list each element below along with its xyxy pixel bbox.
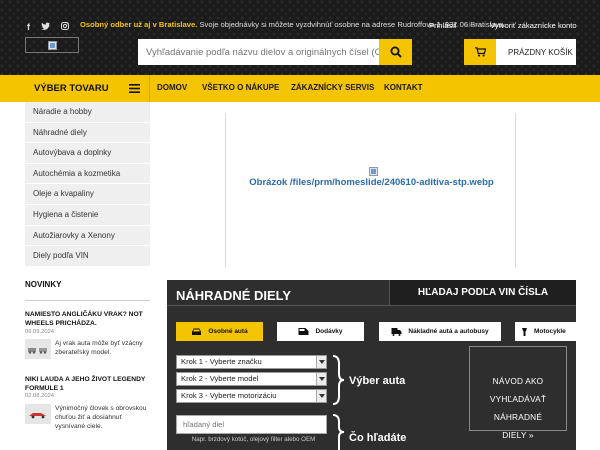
- chevron-down-icon: [316, 356, 326, 368]
- search-icon: [390, 46, 402, 58]
- category-sidebar: Náradie a hobby Náhradné diely Autovýbav…: [25, 102, 150, 267]
- nav-link-customer-service[interactable]: ZÁKAZNÍCKY SERVIS: [291, 83, 374, 92]
- banner-alt-text[interactable]: Obrázok /files/prm/homeslide/240610-adit…: [226, 177, 517, 188]
- vehicle-type-label: Osobné autá: [208, 328, 248, 335]
- twitter-icon[interactable]: [41, 22, 50, 32]
- search-input[interactable]: [138, 39, 379, 65]
- cart-icon-box: [464, 39, 496, 65]
- hamburger-icon: [129, 84, 140, 93]
- announcement-text: Svoje objednávky si môžete vyzdvihnúť os…: [199, 20, 506, 29]
- or-separator: alebo: [465, 22, 481, 29]
- news-thumbnail[interactable]: [25, 339, 51, 359]
- engine-select-value: Krok 3 - Vyberte motorizáciu: [181, 391, 277, 400]
- chevron-down-icon: [316, 373, 326, 385]
- sidebar-item-spare-parts[interactable]: Náhradné diely: [25, 122, 150, 144]
- login-link[interactable]: Prihlásiť: [429, 21, 457, 30]
- cart-label: PRÁZDNY KOŠÍK: [508, 47, 573, 57]
- site-header: f Osobný odber už aj v Bratislave. Svoje…: [0, 0, 600, 75]
- broken-image-icon: [47, 40, 57, 50]
- news-divider: [25, 300, 150, 301]
- truck-icon: [391, 328, 402, 336]
- car-icon: [192, 328, 202, 335]
- finder-divider: [167, 305, 576, 306]
- parts-finder: NÁHRADNÉ DIELY HĽADAJ PODĽA VIN ČÍSLA Os…: [167, 280, 576, 450]
- engine-select[interactable]: Krok 3 - Vyberte motorizáciu: [176, 389, 327, 403]
- brace-icon: [332, 355, 345, 405]
- broken-image-icon: [369, 167, 378, 176]
- nav-link-shopping-info[interactable]: VŠETKO O NÁKUPE: [202, 83, 279, 92]
- choose-car-label: Výber auta: [349, 375, 406, 387]
- register-link[interactable]: Vytvoriť zákaznícke konto: [490, 21, 577, 30]
- news-excerpt: Aj vrak auta môže byť vzácny zberateľský…: [55, 340, 143, 356]
- car-model-thumbnail-icon: [28, 348, 47, 354]
- facebook-icon[interactable]: f: [27, 22, 30, 32]
- vehicle-type-vans[interactable]: Dodávky: [277, 322, 364, 341]
- sidebar-item-car-accessories[interactable]: Autovýbava a doplnky: [25, 143, 150, 164]
- sidebar-item-vin-parts[interactable]: Diely podľa VIN: [25, 246, 150, 267]
- howto-line: DIELY »: [502, 430, 534, 440]
- race-car-thumbnail-icon: [29, 413, 46, 419]
- chevron-down-icon: [316, 390, 326, 402]
- sidebar-item-car-chemicals[interactable]: Autochémia a kozmetika: [25, 163, 150, 185]
- sidebar-item-tools[interactable]: Náradie a hobby: [25, 102, 150, 123]
- sidebar-item-hygiene[interactable]: Hygiena a čistenie: [25, 204, 150, 226]
- nav-link-contact[interactable]: KONTAKT: [384, 83, 423, 92]
- model-select[interactable]: Krok 2 - Vyberte model: [176, 372, 327, 386]
- cart-icon: [474, 47, 486, 57]
- howto-line: NÁHRADNÉ: [493, 412, 543, 422]
- sidebar-item-bulbs[interactable]: Autožiarovky a Xenony: [25, 225, 150, 247]
- make-select[interactable]: Krok 1 - Vyberte značku: [176, 355, 327, 369]
- news-title[interactable]: NIKI LAUDA A JEHO ŽIVOT LEGENDY FORMULE …: [25, 375, 153, 393]
- news-heading: NOVINKY: [25, 280, 62, 289]
- product-menu-toggle[interactable]: VÝBER TOVARU: [25, 75, 150, 102]
- product-menu-label: VÝBER TOVARU: [34, 83, 109, 94]
- instagram-icon[interactable]: [61, 22, 69, 32]
- vehicle-type-cars[interactable]: Osobné autá: [176, 322, 263, 341]
- announcement-bold: Osobný odber už aj v Bratislave.: [80, 20, 198, 29]
- news-title[interactable]: NAMIESTO ANGLIČÁKU VRAK? NOT WHEELS PRIC…: [25, 310, 153, 328]
- what-search-label: Čo hľadáte: [349, 432, 407, 444]
- cart-button[interactable]: PRÁZDNY KOŠÍK: [464, 39, 576, 65]
- howto-line: NÁVOD AKO: [492, 376, 544, 386]
- howto-line: VYHĽADÁVAŤ: [489, 394, 547, 404]
- news-thumbnail[interactable]: [25, 404, 51, 424]
- vehicle-type-motorcycles[interactable]: Motocykle: [515, 322, 576, 341]
- sidebar-item-oils[interactable]: Oleje a kvapaliny: [25, 184, 150, 205]
- vehicle-type-label: Dodávky: [315, 328, 343, 335]
- homepage-banner[interactable]: Obrázok /files/prm/homeslide/240610-adit…: [225, 113, 516, 268]
- finder-title: NÁHRADNÉ DIELY: [176, 288, 292, 303]
- news-excerpt: Výnimočný človek s obrovskou chuťou žiť …: [55, 405, 147, 430]
- search-button[interactable]: [379, 39, 412, 65]
- brace-icon: [332, 414, 345, 450]
- part-search-input[interactable]: [176, 415, 327, 434]
- vehicle-type-label: Motocykle: [534, 328, 566, 335]
- news-date: 02.08.2024: [25, 393, 55, 399]
- model-select-value: Krok 2 - Vyberte model: [181, 374, 259, 383]
- vehicle-type-label: Nákladné autá a autobusy: [408, 328, 489, 335]
- make-select-value: Krok 1 - Vyberte značku: [181, 357, 262, 366]
- site-logo[interactable]: [25, 37, 79, 53]
- part-search-hint: Napr. brzdový kotúč, olejový filter aleb…: [191, 436, 316, 443]
- vehicle-type-trucks[interactable]: Nákladné autá a autobusy: [379, 322, 501, 341]
- nav-link-home[interactable]: DOMOV: [157, 83, 187, 92]
- main-nav: VÝBER TOVARU DOMOV VŠETKO O NÁKUPE ZÁKAZ…: [0, 75, 600, 102]
- motorcycle-icon: [522, 328, 527, 336]
- news-date: 06.09.2024: [25, 329, 55, 335]
- van-icon: [298, 328, 309, 335]
- vin-search-tab[interactable]: HĽADAJ PODĽA VIN ČÍSLA: [389, 280, 576, 305]
- howto-guide-button[interactable]: NÁVOD AKO VYHĽADÁVAŤ NÁHRADNÉ DIELY »: [469, 346, 567, 440]
